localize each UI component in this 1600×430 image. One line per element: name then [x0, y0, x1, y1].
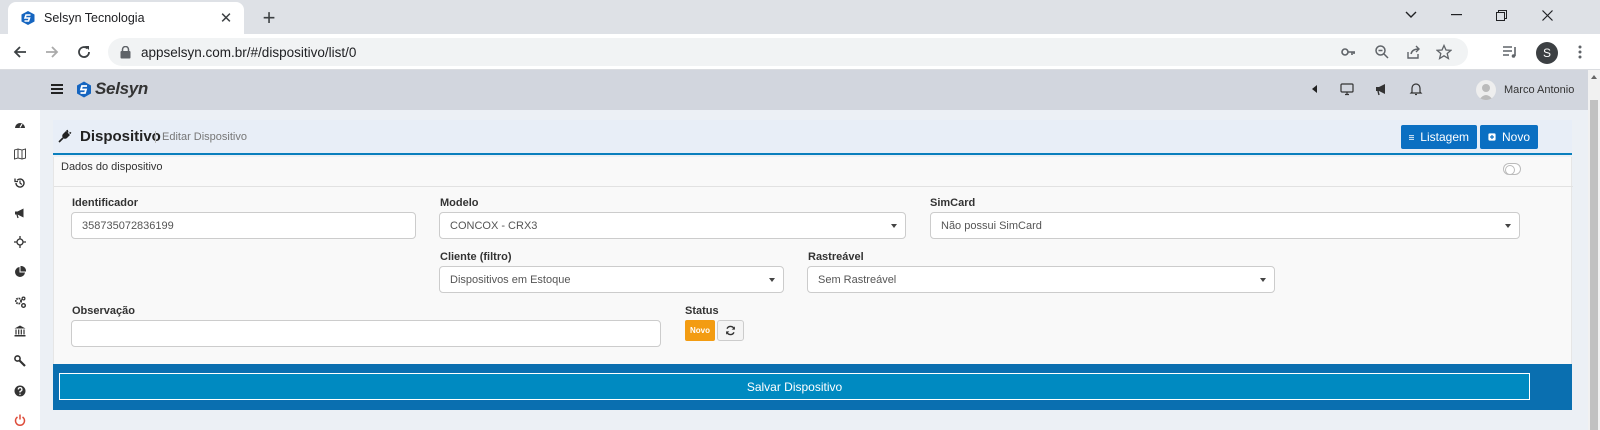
- scroll-up-icon[interactable]: [1591, 75, 1597, 79]
- simcard-label: SimCard: [930, 197, 976, 209]
- simcard-select[interactable]: Não possui SimCard: [930, 212, 1520, 239]
- rastreavel-label: Rastreável: [808, 251, 864, 263]
- history-icon[interactable]: [14, 177, 26, 189]
- listagem-label: Listagem: [1420, 130, 1469, 144]
- sidebar: [0, 110, 40, 430]
- profile-avatar[interactable]: S: [1536, 42, 1558, 64]
- cliente-caret-icon: [769, 278, 775, 282]
- bookmark-star-icon[interactable]: [1436, 44, 1452, 60]
- page-header: Dispositivo Editar Dispositivo Listagem …: [53, 120, 1572, 155]
- refresh-icon: [726, 325, 735, 336]
- section-divider: [54, 186, 1573, 187]
- browser-toolbar: appselsyn.com.br/#/dispositivo/list/0 S: [0, 34, 1600, 70]
- section-title: Dados do dispositivo: [61, 161, 163, 173]
- forward-icon[interactable]: [38, 38, 66, 66]
- tab-search-icon[interactable]: [1388, 0, 1434, 30]
- observacao-input[interactable]: [71, 320, 661, 347]
- page-scrollbar[interactable]: [1588, 70, 1600, 430]
- identificador-input[interactable]: 358735072836199: [71, 212, 416, 239]
- selsyn-favicon-icon: [21, 11, 35, 25]
- list-icon: [1409, 134, 1415, 140]
- key-icon[interactable]: [1340, 44, 1356, 60]
- app-header: Selsyn Marco Antonio: [0, 70, 1588, 110]
- logo-text: Selsyn: [95, 79, 149, 98]
- plus-square-icon: [1488, 133, 1496, 141]
- megaphone-icon[interactable]: [1374, 82, 1388, 96]
- modelo-label: Modelo: [440, 197, 479, 209]
- plug-icon: [58, 129, 72, 143]
- modelo-select[interactable]: CONCOX - CRX3: [439, 212, 906, 239]
- simcard-caret-icon: [1505, 224, 1511, 228]
- power-icon[interactable]: [14, 414, 26, 426]
- status-badge: Novo: [685, 320, 715, 341]
- rastreavel-select[interactable]: Sem Rastreável: [807, 266, 1275, 293]
- share-icon[interactable]: [1406, 44, 1422, 60]
- cliente-label: Cliente (filtro): [440, 251, 512, 263]
- modelo-caret-icon: [891, 224, 897, 228]
- reading-list-icon[interactable]: [1502, 44, 1518, 60]
- status-refresh-button[interactable]: [717, 320, 744, 341]
- scrollbar-thumb[interactable]: [1590, 100, 1598, 430]
- tab-title: Selsyn Tecnologia: [44, 11, 145, 25]
- back-icon[interactable]: [6, 38, 34, 66]
- selsyn-logo-icon: [77, 81, 91, 97]
- page-title: Dispositivo: [80, 128, 161, 145]
- identificador-label: Identificador: [72, 197, 139, 209]
- dashboard-icon[interactable]: [14, 119, 26, 131]
- lock-icon: [120, 45, 131, 58]
- rastreavel-caret-icon: [1260, 278, 1266, 282]
- address-bar[interactable]: appselsyn.com.br/#/dispositivo/list/0: [108, 38, 1468, 66]
- pie-chart-icon[interactable]: [14, 266, 26, 278]
- page-subtitle: Editar Dispositivo: [155, 131, 247, 143]
- save-frame: Salvar Dispositivo: [53, 364, 1572, 410]
- gears-icon[interactable]: [14, 296, 26, 308]
- map-icon[interactable]: [14, 148, 26, 160]
- save-device-button[interactable]: Salvar Dispositivo: [59, 373, 1530, 400]
- new-tab-icon[interactable]: +: [256, 5, 282, 31]
- menu-toggle-icon[interactable]: [51, 84, 63, 94]
- cliente-select[interactable]: Dispositivos em Estoque: [439, 266, 784, 293]
- cliente-value: Dispositivos em Estoque: [450, 273, 571, 286]
- novo-button[interactable]: Novo: [1480, 125, 1538, 149]
- close-window-icon[interactable]: [1524, 0, 1570, 30]
- observacao-label: Observação: [72, 305, 135, 317]
- app-logo[interactable]: Selsyn: [76, 79, 148, 99]
- user-name[interactable]: Marco Antonio: [1504, 84, 1574, 96]
- tab-close-icon[interactable]: ✕: [216, 8, 236, 28]
- crosshair-icon[interactable]: [14, 236, 26, 248]
- caret-left-icon[interactable]: [1308, 82, 1322, 96]
- section-toggle[interactable]: [1503, 163, 1521, 175]
- megaphone-icon[interactable]: [14, 207, 26, 219]
- wrench-icon[interactable]: [14, 355, 26, 367]
- help-icon[interactable]: [14, 385, 26, 397]
- browser-menu-icon[interactable]: [1572, 44, 1588, 60]
- restore-icon[interactable]: [1478, 0, 1524, 30]
- bell-icon[interactable]: [1409, 82, 1423, 96]
- modelo-value: CONCOX - CRX3: [450, 219, 538, 232]
- minimize-icon[interactable]: [1433, 0, 1479, 30]
- bank-icon[interactable]: [14, 325, 26, 337]
- url-text: appselsyn.com.br/#/dispositivo/list/0: [141, 44, 357, 60]
- browser-tab-strip: Selsyn Tecnologia ✕ +: [0, 0, 1600, 34]
- rastreavel-value: Sem Rastreável: [818, 273, 897, 286]
- user-avatar[interactable]: [1476, 80, 1496, 100]
- listagem-button[interactable]: Listagem: [1401, 125, 1477, 149]
- browser-tab[interactable]: Selsyn Tecnologia ✕: [8, 2, 244, 34]
- novo-label: Novo: [1501, 130, 1530, 144]
- zoom-out-icon[interactable]: [1374, 44, 1390, 60]
- reload-icon[interactable]: [70, 38, 98, 66]
- status-label: Status: [685, 305, 719, 317]
- simcard-value: Não possui SimCard: [941, 219, 1042, 232]
- monitor-icon[interactable]: [1340, 82, 1354, 96]
